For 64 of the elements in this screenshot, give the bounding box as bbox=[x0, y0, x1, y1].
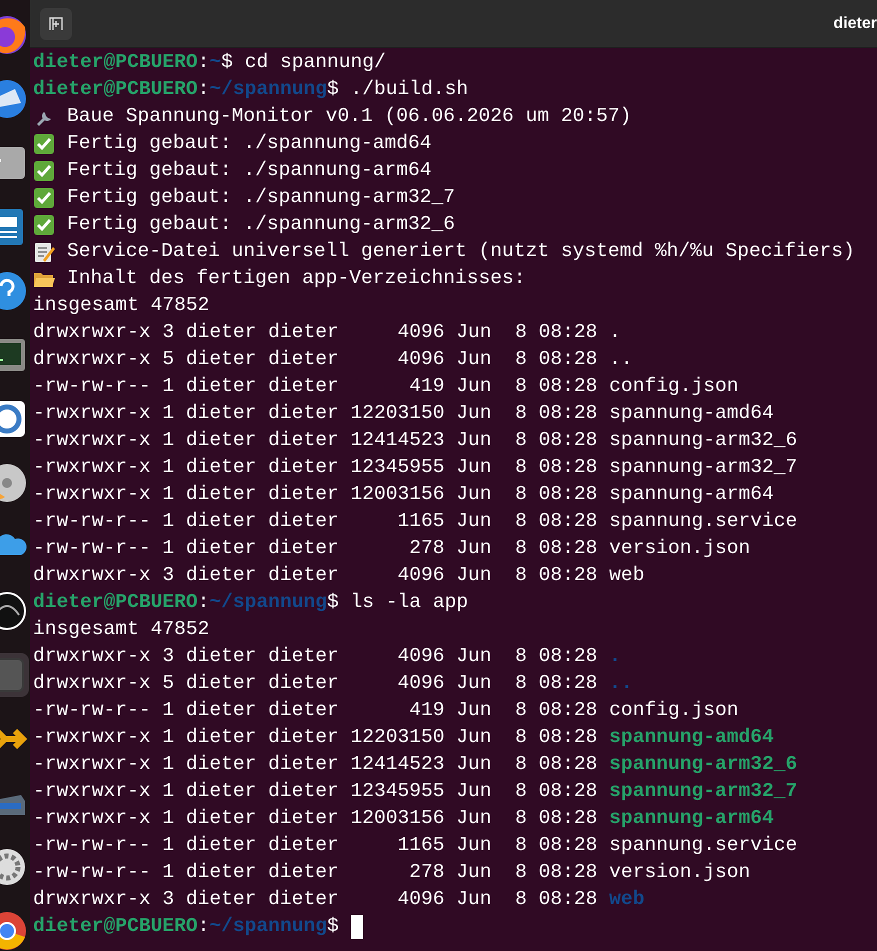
command-text: ls -la app bbox=[350, 590, 468, 615]
file-name: version.json bbox=[609, 860, 750, 885]
listing-details: -rwxrwxr-x 1 dieter dieter 12003156 Jun 8 08:28 bbox=[33, 482, 598, 507]
file-name: spannung-arm64 bbox=[609, 806, 774, 831]
listing-details: -rw-rw-r-- 1 dieter dieter 419 Jun 8 08:28 bbox=[33, 698, 598, 723]
file-name: config.json bbox=[609, 698, 739, 723]
new-tab-button[interactable] bbox=[40, 8, 72, 40]
shell-prompt: dieter@PCBUERO:~/spannung$ bbox=[33, 590, 339, 615]
listing-details: drwxrwxr-x 3 dieter dieter 4096 Jun 8 08:28 bbox=[33, 563, 598, 588]
command-text: cd spannung/ bbox=[244, 50, 386, 75]
file-name: config.json bbox=[609, 374, 739, 399]
shell-prompt: dieter@PCBUERO:~/spannung$ bbox=[33, 914, 339, 939]
check-icon bbox=[33, 214, 55, 236]
shell-prompt: dieter@PCBUERO:~/spannung$ bbox=[33, 77, 339, 102]
check-icon bbox=[33, 186, 55, 208]
listing-details: drwxrwxr-x 5 dieter dieter 4096 Jun 8 08:28 bbox=[33, 347, 598, 372]
file-name: spannung-amd64 bbox=[609, 401, 774, 426]
memo-icon bbox=[33, 240, 55, 262]
check-icon bbox=[33, 160, 55, 182]
listing-details: -rwxrwxr-x 1 dieter dieter 12345955 Jun 8 08:28 bbox=[33, 455, 598, 480]
shell-prompt: dieter@PCBUERO:~$ bbox=[33, 50, 233, 75]
message-text: Fertig gebaut: ./spannung-arm32_6 bbox=[67, 212, 456, 237]
file-name: spannung-arm32_7 bbox=[609, 779, 798, 804]
file-name: spannung-amd64 bbox=[609, 725, 774, 750]
file-name: spannung-arm32_6 bbox=[609, 752, 798, 777]
listing-details: drwxrwxr-x 5 dieter dieter 4096 Jun 8 08:28 bbox=[33, 671, 598, 696]
command-text: ./build.sh bbox=[350, 77, 468, 102]
message-text: Fertig gebaut: ./spannung-amd64 bbox=[67, 131, 432, 156]
listing-details: -rw-rw-r-- 1 dieter dieter 278 Jun 8 08:28 bbox=[33, 536, 598, 561]
message-text: Service-Datei universell generiert (nutzt systemd %h/%u Specifiers) bbox=[67, 239, 855, 264]
message-text: Fertig gebaut: ./spannung-arm32_7 bbox=[67, 185, 456, 210]
message-text: Baue Spannung-Monitor v0.1 (06.06.2026 um 20:57) bbox=[67, 104, 632, 129]
listing-details: -rwxrwxr-x 1 dieter dieter 12414523 Jun 8 08:28 bbox=[33, 752, 598, 777]
output-text: insgesamt 47852 bbox=[33, 617, 210, 642]
file-name: web bbox=[609, 563, 644, 588]
file-name: web bbox=[609, 887, 644, 912]
listing-details: -rwxrwxr-x 1 dieter dieter 12203150 Jun 8 08:28 bbox=[33, 401, 598, 426]
file-name: spannung.service bbox=[609, 833, 798, 858]
message-text: Fertig gebaut: ./spannung-arm64 bbox=[67, 158, 432, 183]
file-name: spannung.service bbox=[609, 509, 798, 534]
file-name: .. bbox=[609, 347, 633, 372]
listing-details: drwxrwxr-x 3 dieter dieter 4096 Jun 8 08:28 bbox=[33, 644, 598, 669]
window-title: dieter bbox=[833, 14, 877, 32]
listing-details: -rw-rw-r-- 1 dieter dieter 278 Jun 8 08:28 bbox=[33, 860, 598, 885]
listing-details: -rwxrwxr-x 1 dieter dieter 12203150 Jun 8 08:28 bbox=[33, 725, 598, 750]
file-name: . bbox=[609, 644, 621, 669]
listing-details: -rw-rw-r-- 1 dieter dieter 1165 Jun 8 08:28 bbox=[33, 509, 598, 534]
file-name: version.json bbox=[609, 536, 750, 561]
listing-details: drwxrwxr-x 3 dieter dieter 4096 Jun 8 08:28 bbox=[33, 320, 598, 345]
message-text: Inhalt des fertigen app-Verzeichnisses: bbox=[67, 266, 526, 291]
file-name: .. bbox=[609, 671, 633, 696]
output-text: insgesamt 47852 bbox=[33, 293, 210, 318]
file-name: spannung-arm32_7 bbox=[609, 455, 798, 480]
file-name: . bbox=[609, 320, 621, 345]
file-name: spannung-arm32_6 bbox=[609, 428, 798, 453]
file-name: spannung-arm64 bbox=[609, 482, 774, 507]
listing-details: -rw-rw-r-- 1 dieter dieter 419 Jun 8 08:28 bbox=[33, 374, 598, 399]
listing-details: drwxrwxr-x 3 dieter dieter 4096 Jun 8 08:28 bbox=[33, 887, 598, 912]
listing-details: -rwxrwxr-x 1 dieter dieter 12345955 Jun 8 08:28 bbox=[33, 779, 598, 804]
check-icon bbox=[33, 132, 55, 154]
listing-details: -rw-rw-r-- 1 dieter dieter 1165 Jun 8 08:28 bbox=[33, 833, 598, 858]
plus-icon bbox=[49, 16, 63, 30]
listing-details: -rwxrwxr-x 1 dieter dieter 12414523 Jun 8 08:28 bbox=[33, 428, 598, 453]
listing-details: -rwxrwxr-x 1 dieter dieter 12003156 Jun 8 08:28 bbox=[33, 806, 598, 831]
